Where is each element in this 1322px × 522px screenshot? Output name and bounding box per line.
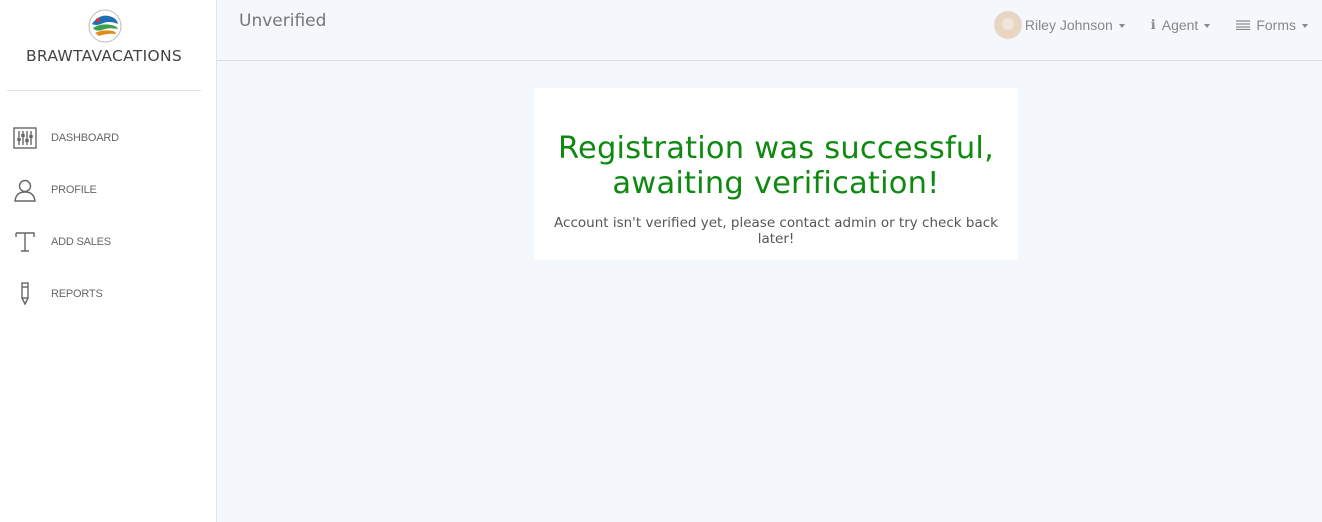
sidebar-nav: DASHBOARD PROFILE ADD SALES REPORTS: [0, 112, 216, 320]
top-navbar: Unverified Riley Johnson ℹ Agent Forms: [217, 0, 1322, 61]
avatar: [993, 11, 1022, 39]
sidebar-item-label: REPORTS: [51, 288, 103, 300]
caret-down-icon: [1118, 24, 1125, 28]
page-title: Unverified: [239, 11, 327, 31]
status-message: Account isn't verified yet, please conta…: [554, 215, 998, 247]
pen-icon: [12, 281, 38, 307]
status-card: Registration was successful, awaiting ve…: [534, 88, 1018, 260]
sidebar-item-label: ADD SALES: [51, 236, 111, 248]
agent-dropdown[interactable]: ℹ Agent: [1151, 17, 1211, 33]
brand[interactable]: BRAWTAVACATIONS: [0, 0, 216, 90]
forms-dropdown[interactable]: Forms: [1236, 17, 1308, 33]
user-dropdown[interactable]: Riley Johnson: [993, 11, 1125, 39]
text-t-icon: [12, 229, 38, 255]
sidebar: BRAWTAVACATIONS DASHBOARD PROFILE ADD SA…: [0, 0, 217, 522]
agent-label: Agent: [1161, 17, 1199, 33]
sidebar-item-profile[interactable]: PROFILE: [0, 164, 216, 216]
sidebar-item-dashboard[interactable]: DASHBOARD: [0, 112, 216, 164]
list-icon: [1236, 18, 1251, 33]
sidebar-item-add-sales[interactable]: ADD SALES: [0, 216, 216, 268]
sidebar-item-label: DASHBOARD: [51, 132, 119, 144]
user-icon: [12, 177, 38, 203]
sliders-icon: [12, 125, 38, 151]
info-icon: ℹ: [1150, 17, 1156, 32]
brand-name: BRAWTAVACATIONS: [25, 47, 183, 65]
forms-label: Forms: [1256, 17, 1296, 33]
sidebar-item-reports[interactable]: REPORTS: [0, 268, 216, 320]
globe-logo-icon: [88, 9, 122, 43]
top-menu: Riley Johnson ℹ Agent Forms: [968, 11, 1308, 39]
sidebar-divider: [7, 90, 201, 91]
status-heading: Registration was successful, awaiting ve…: [558, 131, 994, 201]
caret-down-icon: [1204, 24, 1211, 28]
sidebar-item-label: PROFILE: [51, 184, 97, 196]
caret-down-icon: [1302, 24, 1308, 28]
user-name: Riley Johnson: [1024, 17, 1113, 33]
